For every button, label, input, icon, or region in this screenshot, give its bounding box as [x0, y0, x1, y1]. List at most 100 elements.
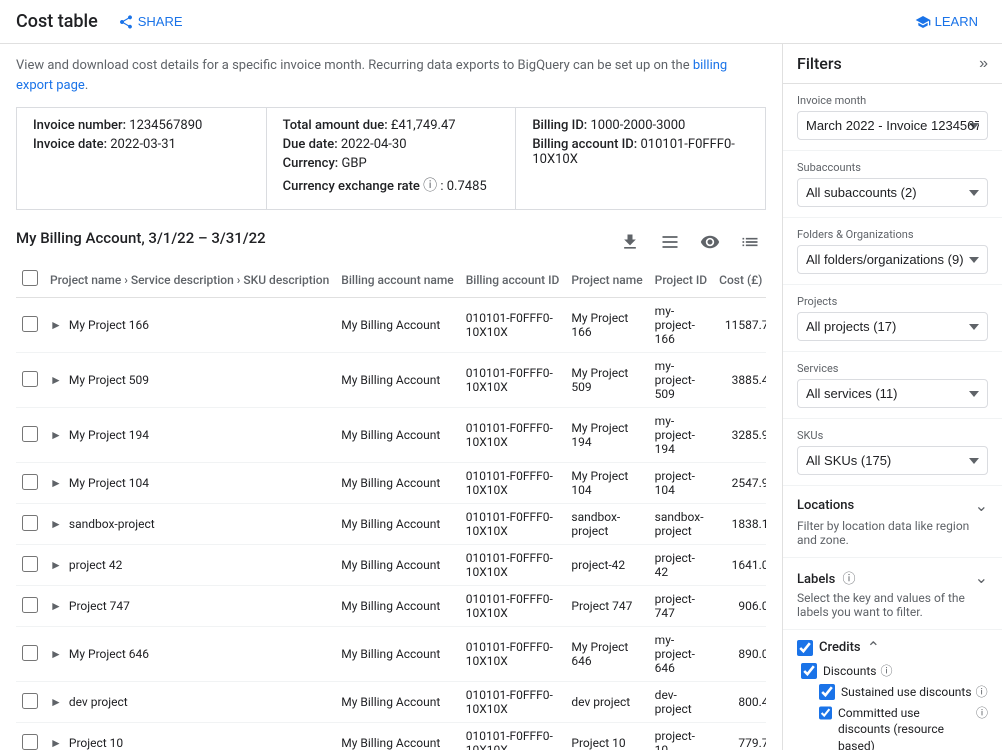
th-project-name[interactable]: Project name › Service description › SKU…: [44, 262, 335, 298]
filters-collapse-button[interactable]: »: [979, 55, 988, 73]
credits-chevron[interactable]: ⌃: [867, 638, 880, 657]
row-checkbox-cell[interactable]: [16, 627, 44, 682]
row-checkbox-cell[interactable]: [16, 298, 44, 353]
row-checkbox[interactable]: [22, 556, 38, 572]
group-icon[interactable]: [734, 226, 766, 258]
row-cost: 890.06: [713, 627, 766, 682]
services-label: Services: [797, 362, 988, 375]
visibility-icon[interactable]: [694, 226, 726, 258]
invoice-number-label: Invoice number:: [33, 118, 126, 133]
th-billing-account-name[interactable]: Billing account name: [335, 262, 459, 298]
row-checkbox-cell[interactable]: [16, 463, 44, 504]
total-amount-label: Total amount due:: [283, 118, 388, 133]
invoice-number-value: 1234567890: [129, 118, 202, 133]
header-left: Cost table SHARE: [16, 10, 191, 34]
row-checkbox-cell[interactable]: [16, 723, 44, 750]
row-cost: 3885.45: [713, 353, 766, 408]
labels-header[interactable]: Labels ⓘ ⌄: [797, 568, 988, 587]
table-row: ► My Project 104 My Billing Account 0101…: [16, 463, 766, 504]
billing-account-id-label: Billing account ID:: [532, 137, 637, 152]
row-checkbox[interactable]: [22, 474, 38, 490]
credits-checkbox[interactable]: [797, 640, 813, 656]
table-section-title: My Billing Account, 3/1/22 – 3/31/22: [16, 229, 266, 247]
skus-filter: SKUs All SKUs (175): [783, 419, 1002, 486]
currency-value: GBP: [341, 156, 366, 171]
th-billing-account-id[interactable]: Billing account ID: [460, 262, 566, 298]
row-checkbox-cell[interactable]: [16, 545, 44, 586]
credits-header: Credits ⌃: [797, 638, 988, 657]
services-select[interactable]: All services (11): [797, 379, 988, 408]
exchange-rate-label: Currency exchange rate: [283, 179, 420, 194]
subaccounts-select[interactable]: All subaccounts (2): [797, 178, 988, 207]
expand-icon[interactable]: ►: [50, 736, 62, 750]
row-project-id: dev-project: [649, 682, 713, 723]
invoice-col-1: Invoice number: 1234567890 Invoice date:…: [17, 108, 267, 209]
th-project-name2[interactable]: Project name: [565, 262, 648, 298]
row-billing-account-name: My Billing Account: [335, 463, 459, 504]
row-cost: 1641.04: [713, 545, 766, 586]
expand-icon[interactable]: ►: [50, 695, 62, 709]
exchange-rate-row: Currency exchange rate ⓘ : 0.7485: [283, 175, 500, 195]
labels-help-icon[interactable]: ⓘ: [843, 572, 856, 587]
table-header-row: Project name › Service description › SKU…: [16, 262, 766, 298]
th-project-id[interactable]: Project ID: [649, 262, 713, 298]
credits-section: Credits ⌃ Discounts ⓘ Sustained use disc…: [783, 630, 1002, 750]
help-icon-exchange[interactable]: ⓘ: [423, 178, 437, 194]
row-billing-account-id: 010101-F0FFF0-10X10X: [460, 408, 566, 463]
billing-id-row: Billing ID: 1000-2000-3000: [532, 118, 749, 133]
discounts-checkbox[interactable]: [801, 663, 817, 679]
billing-account-id-row: Billing account ID: 010101-F0FFF0-10X10X: [532, 137, 749, 167]
th-cost[interactable]: Cost (£) ▼: [713, 262, 766, 298]
due-date-label: Due date:: [283, 137, 338, 152]
committed-use-help-icon[interactable]: ⓘ: [976, 705, 988, 722]
row-checkbox[interactable]: [22, 371, 38, 387]
skus-select[interactable]: All SKUs (175): [797, 446, 988, 475]
row-checkbox[interactable]: [22, 645, 38, 661]
select-all-checkbox[interactable]: [22, 270, 38, 286]
expand-icon[interactable]: ►: [50, 476, 62, 490]
share-button[interactable]: SHARE: [110, 10, 191, 34]
row-checkbox-cell[interactable]: [16, 408, 44, 463]
row-project-name: ► Project 10: [44, 723, 335, 750]
row-project-name2: Project 747: [565, 586, 648, 627]
row-checkbox-cell[interactable]: [16, 682, 44, 723]
invoice-month-select[interactable]: March 2022 - Invoice 1234567890: [797, 111, 988, 140]
due-date-row: Due date: 2022-04-30: [283, 137, 500, 152]
row-checkbox[interactable]: [22, 734, 38, 750]
row-billing-account-name: My Billing Account: [335, 408, 459, 463]
row-checkbox[interactable]: [22, 515, 38, 531]
row-checkbox-cell[interactable]: [16, 504, 44, 545]
expand-icon[interactable]: ►: [50, 373, 62, 387]
learn-button[interactable]: LEARN: [907, 10, 986, 34]
invoice-month-filter: Invoice month March 2022 - Invoice 12345…: [783, 84, 1002, 151]
projects-select[interactable]: All projects (17): [797, 312, 988, 341]
row-checkbox[interactable]: [22, 693, 38, 709]
sustained-use-checkbox[interactable]: [819, 684, 835, 700]
row-checkbox-cell[interactable]: [16, 586, 44, 627]
page-header: Cost table SHARE LEARN: [0, 0, 1002, 44]
committed-use-checkbox[interactable]: [819, 705, 832, 721]
th-checkbox[interactable]: [16, 262, 44, 298]
row-checkbox[interactable]: [22, 316, 38, 332]
total-amount-value: £41,749.47: [391, 118, 456, 133]
toolbar-icons: [614, 226, 766, 258]
expand-icon[interactable]: ►: [50, 599, 62, 613]
labels-desc: Select the key and values of the labels …: [797, 591, 988, 619]
row-project-id: project-747: [649, 586, 713, 627]
columns-icon[interactable]: [654, 226, 686, 258]
row-checkbox[interactable]: [22, 597, 38, 613]
expand-icon[interactable]: ►: [50, 318, 62, 332]
download-icon[interactable]: [614, 226, 646, 258]
locations-header[interactable]: Locations ⌄: [797, 496, 988, 515]
sustained-use-help-icon[interactable]: ⓘ: [976, 684, 988, 701]
expand-icon[interactable]: ►: [50, 647, 62, 661]
expand-icon[interactable]: ►: [50, 517, 62, 531]
row-checkbox[interactable]: [22, 426, 38, 442]
discounts-help-icon[interactable]: ⓘ: [880, 663, 892, 680]
expand-icon[interactable]: ►: [50, 428, 62, 442]
expand-icon[interactable]: ►: [50, 558, 62, 572]
labels-chevron: ⌄: [975, 568, 988, 587]
main-content: View and download cost details for a spe…: [0, 44, 782, 750]
folders-select[interactable]: All folders/organizations (9): [797, 245, 988, 274]
row-checkbox-cell[interactable]: [16, 353, 44, 408]
